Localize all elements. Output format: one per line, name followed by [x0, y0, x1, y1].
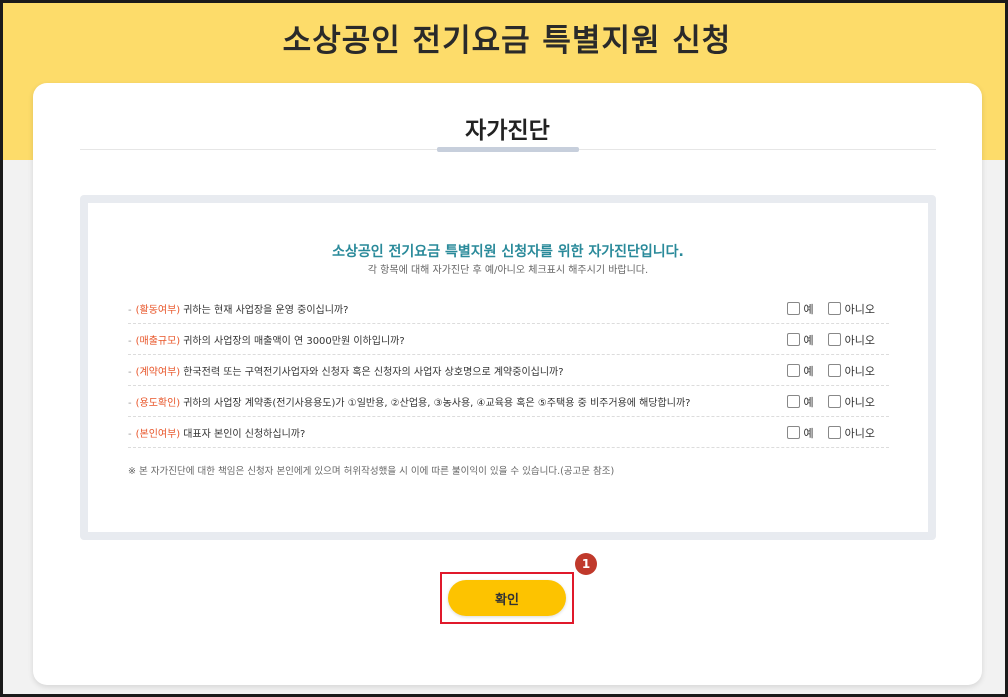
yes-label: 예: [803, 426, 814, 440]
question-label: 한국전력 또는 구역전기사업자와 신청자 혹은 신청자의 사업자 상호명으로 계…: [183, 366, 564, 378]
question-row-activity: - (활동여부) 귀하는 현재 사업장을 운영 중이십니까? 예 아니오: [128, 293, 889, 324]
yes-label: 예: [803, 302, 814, 316]
no-option[interactable]: 아니오: [827, 301, 875, 317]
question-label: 대표자 본인이 신청하십니까?: [183, 428, 306, 440]
question-label: 귀하의 사업장 계약종(전기사용용도)가 ①일반용, ②산업용, ③농사용, ④…: [183, 397, 691, 409]
confirm-highlight-box: 확인: [440, 572, 574, 624]
answer-options: 예 아니오: [773, 293, 875, 324]
question-label: 귀하는 현재 사업장을 운영 중이십니까?: [183, 304, 349, 316]
diagnosis-panel-inner: 소상공인 전기요금 특별지원 신청자를 위한 자가진단입니다. 각 항목에 대해…: [88, 203, 928, 532]
question-tag: (용도확인): [135, 397, 181, 409]
content-card: 자가진단 소상공인 전기요금 특별지원 신청자를 위한 자가진단입니다. 각 항…: [33, 83, 982, 685]
no-checkbox[interactable]: [827, 364, 841, 377]
yes-label: 예: [803, 364, 814, 378]
row-bullet: -: [128, 304, 132, 316]
question-row-usage: - (용도확인) 귀하의 사업장 계약종(전기사용용도)가 ①일반용, ②산업용, …: [128, 386, 889, 417]
title-underline: [437, 147, 579, 152]
page-title: 소상공인 전기요금 특별지원 신청: [282, 23, 732, 59]
yes-option[interactable]: 예: [786, 394, 814, 410]
yes-option[interactable]: 예: [786, 363, 814, 379]
diagnosis-instructions: 각 항목에 대해 자가진단 후 예/아니오 체크표시 해주시기 바랍니다.: [367, 265, 649, 276]
diagnosis-panel: 소상공인 전기요금 특별지원 신청자를 위한 자가진단입니다. 각 항목에 대해…: [80, 195, 936, 540]
question-label: 귀하의 사업장의 매출액이 연 3000만원 이하입니까?: [183, 335, 405, 347]
question-tag: (매출규모): [135, 335, 181, 347]
confirm-button[interactable]: 확인: [448, 580, 566, 616]
yes-checkbox[interactable]: [786, 364, 800, 377]
row-bullet: -: [128, 366, 132, 378]
yes-label: 예: [803, 395, 814, 409]
no-option[interactable]: 아니오: [827, 332, 875, 348]
yes-checkbox[interactable]: [786, 333, 800, 346]
no-checkbox[interactable]: [827, 302, 841, 315]
no-checkbox[interactable]: [827, 395, 841, 408]
no-checkbox[interactable]: [827, 333, 841, 346]
yes-option[interactable]: 예: [786, 425, 814, 441]
no-label: 아니오: [844, 333, 875, 347]
question-row-identity: - (본인여부) 대표자 본인이 신청하십니까? 예 아니오: [128, 417, 889, 448]
row-bullet: -: [128, 335, 132, 347]
yes-label: 예: [803, 333, 814, 347]
row-bullet: -: [128, 397, 132, 409]
disclaimer-note: ※ 본 자가진단에 대한 책임은 신청자 본인에게 있으며 허위작성했을 시 이…: [128, 466, 615, 477]
step-number-badge: 1: [575, 553, 597, 575]
answer-options: 예 아니오: [773, 324, 875, 355]
yes-option[interactable]: 예: [786, 301, 814, 317]
diagnosis-headline: 소상공인 전기요금 특별지원 신청자를 위한 자가진단입니다.: [332, 244, 684, 260]
yes-option[interactable]: 예: [786, 332, 814, 348]
no-label: 아니오: [844, 426, 875, 440]
yes-checkbox[interactable]: [786, 426, 800, 439]
answer-options: 예 아니오: [773, 355, 875, 386]
answer-options: 예 아니오: [773, 417, 875, 448]
answer-options: 예 아니오: [773, 386, 875, 417]
no-checkbox[interactable]: [827, 426, 841, 439]
row-bullet: -: [128, 428, 132, 440]
yes-checkbox[interactable]: [786, 395, 800, 408]
section-title: 자가진단: [465, 118, 550, 144]
question-row-contract: - (계약여부) 한국전력 또는 구역전기사업자와 신청자 혹은 신청자의 사업자 …: [128, 355, 889, 386]
no-label: 아니오: [844, 302, 875, 316]
question-tag: (계약여부): [135, 366, 181, 378]
question-list: - (활동여부) 귀하는 현재 사업장을 운영 중이십니까? 예 아니오 - (매출규…: [128, 293, 889, 448]
no-option[interactable]: 아니오: [827, 425, 875, 441]
no-label: 아니오: [844, 364, 875, 378]
no-option[interactable]: 아니오: [827, 363, 875, 379]
app-frame: 소상공인 전기요금 특별지원 신청 자가진단 소상공인 전기요금 특별지원 신청…: [0, 0, 1008, 697]
question-tag: (활동여부): [135, 304, 181, 316]
yes-checkbox[interactable]: [786, 302, 800, 315]
no-option[interactable]: 아니오: [827, 394, 875, 410]
no-label: 아니오: [844, 395, 875, 409]
question-row-revenue: - (매출규모) 귀하의 사업장의 매출액이 연 3000만원 이하입니까? 예 아…: [128, 324, 889, 355]
question-tag: (본인여부): [135, 428, 181, 440]
